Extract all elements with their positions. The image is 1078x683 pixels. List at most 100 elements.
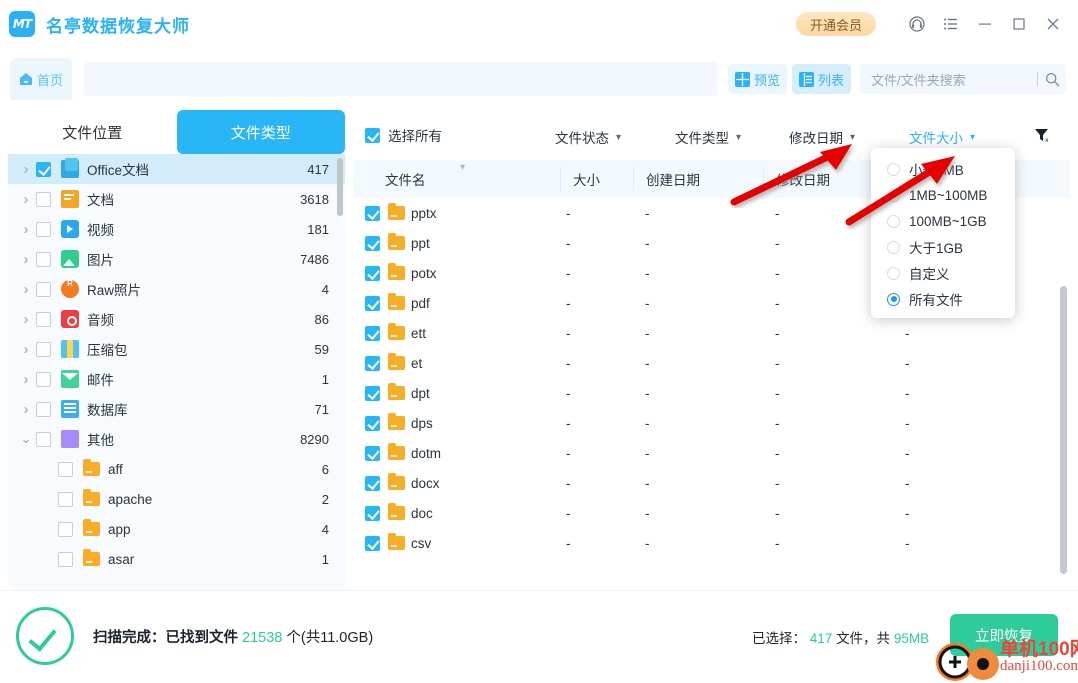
vip-upgrade-button[interactable]: 开通会员 (795, 12, 876, 36)
size-option-radio[interactable] (887, 266, 900, 280)
sidebar-item-数据库[interactable]: › 数据库 71 (8, 394, 345, 424)
column-header-filename[interactable]: 文件名 (385, 169, 426, 189)
headset-icon[interactable] (900, 7, 934, 41)
row-checkbox[interactable] (365, 505, 380, 521)
sidebar-item-checkbox[interactable] (36, 221, 51, 237)
size-option-radio[interactable] (887, 162, 900, 176)
row-checkbox[interactable] (365, 265, 380, 281)
size-option-大于1GB[interactable]: 大于1GB (871, 234, 1015, 260)
sidebar-item-checkbox[interactable] (36, 161, 51, 177)
chevron-down-icon[interactable]: ⌄ (16, 432, 36, 445)
column-header-size[interactable]: 大小 (573, 169, 600, 189)
sidebar-item-文档[interactable]: › 文档 3618 (8, 184, 345, 214)
size-option-radio[interactable] (887, 214, 900, 228)
sidebar-tab-location[interactable]: 文件位置 (8, 110, 177, 154)
row-checkbox[interactable] (365, 235, 380, 251)
view-preview-button[interactable]: 预览 (728, 64, 788, 94)
search-icon[interactable] (1038, 72, 1066, 87)
row-checkbox[interactable] (365, 385, 380, 401)
row-checkbox[interactable] (365, 415, 380, 431)
minimize-icon[interactable] (968, 7, 1002, 41)
table-row[interactable]: dpt - - - - (353, 378, 1070, 408)
row-checkbox[interactable] (365, 205, 380, 221)
select-all-control[interactable]: 选择所有 (365, 125, 442, 145)
filter-file-size[interactable]: 文件大小 ▾ (909, 127, 975, 147)
menu-list-icon[interactable] (934, 7, 968, 41)
tab-home[interactable]: 首页 (10, 58, 72, 100)
sidebar-item-checkbox[interactable] (36, 311, 51, 327)
chevron-right-icon[interactable]: › (16, 401, 36, 418)
row-checkbox[interactable] (365, 445, 380, 461)
sidebar-item-Raw照片[interactable]: › Raw照片 4 (8, 274, 345, 304)
sidebar-item-邮件[interactable]: › 邮件 1 (8, 364, 345, 394)
size-option-radio[interactable] (887, 240, 900, 254)
select-all-checkbox[interactable] (365, 127, 380, 143)
sidebar-item-Office文档[interactable]: › Office文档 417 (8, 154, 345, 184)
size-option-1MB~100MB[interactable]: 1MB~100MB (871, 182, 1015, 208)
size-option-radio[interactable] (887, 188, 900, 202)
sidebar-item-checkbox[interactable] (58, 491, 73, 507)
chevron-right-icon[interactable]: › (16, 191, 36, 208)
path-strip[interactable] (84, 62, 718, 96)
file-list-scrollbar-thumb[interactable] (1060, 286, 1067, 574)
sidebar-item-checkbox[interactable] (58, 551, 73, 567)
sidebar-item-视频[interactable]: › 视频 181 (8, 214, 345, 244)
table-row[interactable]: doc - - - - (353, 498, 1070, 528)
filter-clear-icon[interactable]: x (1033, 126, 1053, 146)
sidebar-item-apache[interactable]: apache 2 (8, 484, 345, 514)
sidebar-item-其他[interactable]: ⌄ 其他 8290 (8, 424, 345, 454)
chevron-right-icon[interactable]: › (16, 281, 36, 298)
search-box[interactable]: 文件/文件夹搜索 (860, 64, 1066, 94)
sidebar-item-checkbox[interactable] (36, 401, 51, 417)
sidebar-item-checkbox[interactable] (36, 281, 51, 297)
row-checkbox[interactable] (365, 295, 380, 311)
sidebar-item-checkbox[interactable] (36, 371, 51, 387)
column-sort-chevron-icon[interactable]: ▾ (460, 162, 465, 173)
size-option-小于1MB[interactable]: 小于1MB (871, 156, 1015, 182)
filter-file-type[interactable]: 文件类型 ▾ (675, 127, 741, 147)
sidebar-item-aff[interactable]: aff 6 (8, 454, 345, 484)
row-checkbox[interactable] (365, 475, 380, 491)
chevron-right-icon[interactable]: › (16, 251, 36, 268)
sidebar-item-checkbox[interactable] (36, 191, 51, 207)
row-checkbox[interactable] (365, 325, 380, 341)
sidebar-item-asar[interactable]: asar 1 (8, 544, 345, 574)
table-row[interactable]: csv - - - - (353, 528, 1070, 558)
sidebar-item-音频[interactable]: › 音频 86 (8, 304, 345, 334)
size-option-自定义[interactable]: 自定义 (871, 260, 1015, 286)
sidebar-item-checkbox[interactable] (36, 341, 51, 357)
file-list-scrollbar[interactable] (1060, 286, 1067, 574)
row-checkbox[interactable] (365, 535, 380, 551)
sidebar-scrollbar[interactable] (337, 158, 343, 540)
size-option-100MB~1GB[interactable]: 100MB~1GB (871, 208, 1015, 234)
size-option-radio[interactable] (887, 292, 900, 306)
maximize-icon[interactable] (1002, 7, 1036, 41)
sidebar-item-checkbox[interactable] (58, 521, 73, 537)
table-row[interactable]: dotm - - - - (353, 438, 1070, 468)
sidebar-item-checkbox[interactable] (36, 431, 51, 447)
row-checkbox[interactable] (365, 355, 380, 371)
sidebar-scrollbar-thumb[interactable] (337, 158, 343, 216)
sidebar-item-压缩包[interactable]: › 压缩包 59 (8, 334, 345, 364)
sidebar-item-checkbox[interactable] (58, 461, 73, 477)
search-input[interactable]: 文件/文件夹搜索 (871, 70, 966, 89)
table-row[interactable]: dps - - - - (353, 408, 1070, 438)
sidebar-item-app[interactable]: app 4 (8, 514, 345, 544)
column-header-created[interactable]: 创建日期 (646, 169, 700, 189)
chevron-right-icon[interactable]: › (16, 161, 36, 178)
close-icon[interactable] (1036, 7, 1070, 41)
sidebar-item-图片[interactable]: › 图片 7486 (8, 244, 345, 274)
chevron-right-icon[interactable]: › (16, 221, 36, 238)
table-row[interactable]: ett - - - - (353, 318, 1070, 348)
table-row[interactable]: et - - - - (353, 348, 1070, 378)
sidebar-item-checkbox[interactable] (36, 251, 51, 267)
column-header-modified[interactable]: 修改日期 (776, 169, 830, 189)
size-option-所有文件[interactable]: 所有文件 (871, 286, 1015, 312)
table-row[interactable]: docx - - - - (353, 468, 1070, 498)
chevron-right-icon[interactable]: › (16, 371, 36, 388)
chevron-right-icon[interactable]: › (16, 311, 36, 328)
filter-modified-date[interactable]: 修改日期 ▾ (789, 127, 855, 147)
chevron-right-icon[interactable]: › (16, 341, 36, 358)
filter-file-status[interactable]: 文件状态 ▾ (555, 127, 621, 147)
view-list-button[interactable]: 列表 (792, 64, 852, 94)
